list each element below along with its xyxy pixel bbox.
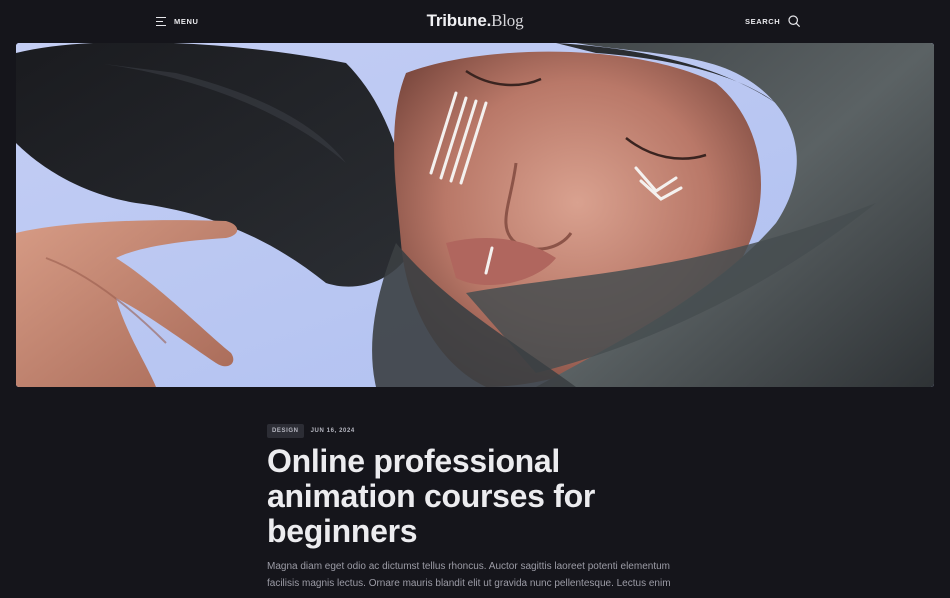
site-logo[interactable]: Tribune.Blog [0,10,950,32]
article-meta: DESIGN JUN 16, 2024 [267,424,687,438]
article-summary: DESIGN JUN 16, 2024 Online professional … [267,424,687,592]
article-excerpt: Magna diam eget odio ac dictumst tellus … [267,561,671,589]
hero-image[interactable] [16,43,934,387]
hero-illustration [16,43,934,387]
logo-light-text: Blog [491,11,524,30]
search-label: SEARCH [745,16,781,26]
search-icon [788,15,801,27]
category-badge[interactable]: DESIGN [267,424,304,438]
search-button[interactable]: SEARCH [745,14,801,28]
site-header: MENU Tribune.Blog SEARCH [0,0,950,42]
article-title[interactable]: Online professional animation courses fo… [267,444,647,549]
logo-strong-text: Tribune. [426,11,492,30]
publish-date: JUN 16, 2024 [310,428,355,434]
